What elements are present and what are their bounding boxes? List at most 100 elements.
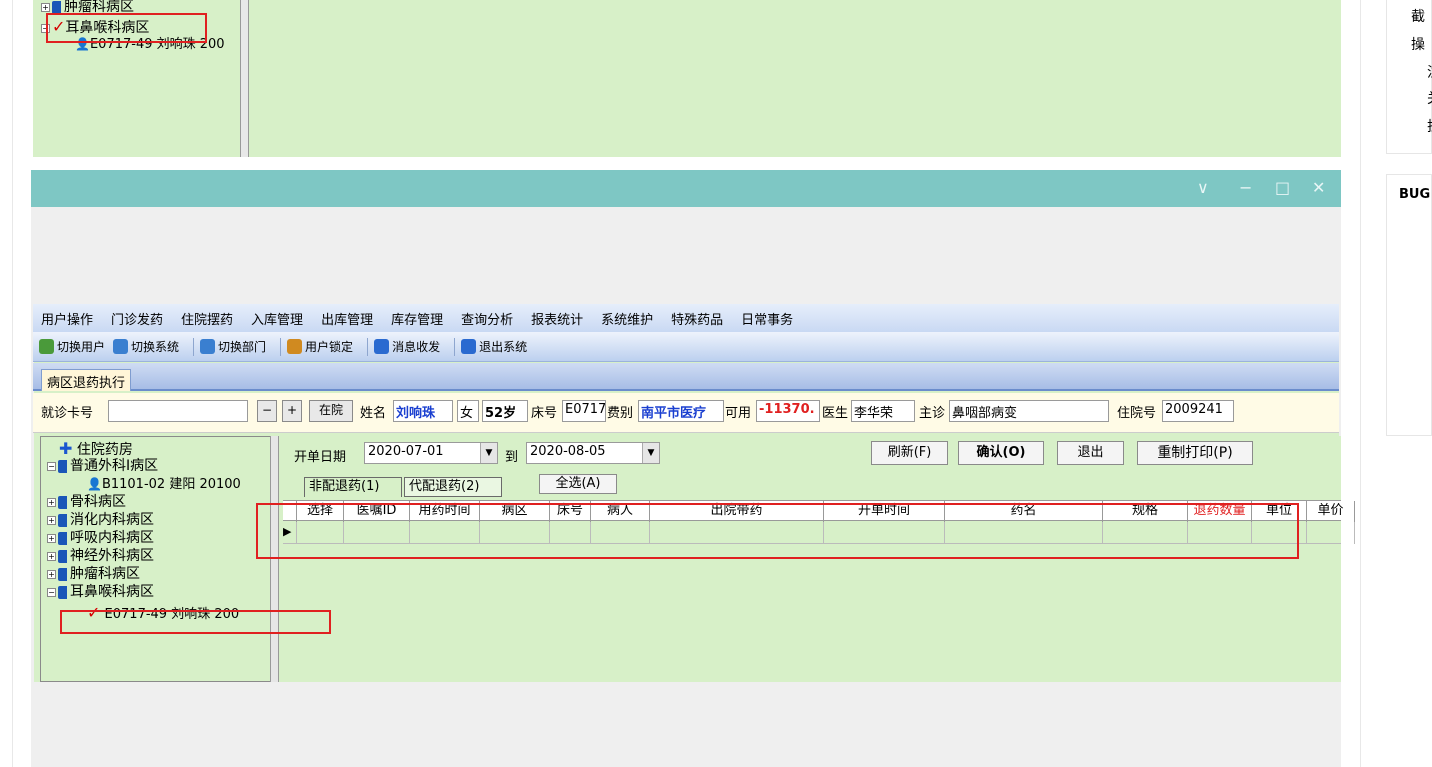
subtab-non-dispense[interactable]: 非配退药(1) xyxy=(304,477,402,497)
menu-item[interactable]: 特殊药品 xyxy=(671,309,723,328)
menu-item[interactable]: 查询分析 xyxy=(461,309,513,328)
diag-label: 主诊 xyxy=(919,406,946,421)
top-screenshot: + 肿瘤科病区 − ✓耳鼻喉科病区 👤E0717-49 刘响珠 200 xyxy=(33,0,1341,157)
table-cell[interactable] xyxy=(1307,522,1355,544)
toolbar-label: 用户锁定 xyxy=(305,340,354,354)
bed-field: E0717 xyxy=(562,400,606,422)
fee-label: 费别 xyxy=(607,406,634,421)
tree-item-label: 普通外科Ⅰ病区 xyxy=(70,458,159,474)
tree-item-label: 肿瘤科病区 xyxy=(70,566,140,582)
chevron-down-icon[interactable]: ▼ xyxy=(480,443,497,463)
refresh-button[interactable]: 刷新(F) xyxy=(871,441,948,465)
tree-item[interactable]: − 耳鼻喉科病区 xyxy=(47,585,154,600)
patient-info-bar: 就诊卡号 − + 在院 姓名 刘响珠 女 52岁 床号 E0717 费别 南平市… xyxy=(33,393,1339,433)
annotation-box-patient xyxy=(60,610,331,634)
toolbar-button[interactable]: 切换部门 xyxy=(200,338,266,355)
minus-button[interactable]: − xyxy=(257,400,277,422)
inpatient-field: 2009241 xyxy=(1162,400,1234,422)
annotation-box-top xyxy=(46,13,207,43)
expand-icon[interactable]: + xyxy=(47,497,56,507)
date-to-select[interactable]: 2020-08-05 ▼ xyxy=(526,442,660,464)
toolbar-button[interactable]: 切换系统 xyxy=(113,338,179,355)
menu-item[interactable]: 库存管理 xyxy=(391,309,443,328)
minimize-icon[interactable]: − xyxy=(1239,178,1252,197)
close-icon[interactable]: ✕ xyxy=(1312,178,1325,197)
patient-icon: 👤 xyxy=(87,477,102,491)
info-icon xyxy=(374,339,390,354)
tree-item[interactable]: + 神经外科病区 xyxy=(47,549,154,564)
menu-item[interactable]: 用户操作 xyxy=(41,309,93,328)
date-from-select[interactable]: 2020-07-01 ▼ xyxy=(364,442,498,464)
tree-splitter[interactable] xyxy=(270,436,279,682)
switch-dept-icon xyxy=(200,339,216,354)
reprint-button[interactable]: 重制打印(P) xyxy=(1137,441,1253,465)
app-window: ∨ − □ ✕ 用户操作 门诊发药 住院摆药 入库管理 出库管理 库存管理 查询分析 报表统计… xyxy=(31,170,1355,767)
toolbar-label: 消息收发 xyxy=(392,340,441,354)
expand-icon[interactable]: + xyxy=(47,569,56,579)
doctor-field: 李华荣 xyxy=(851,400,915,422)
side-text: 注 xyxy=(1427,62,1432,82)
folder-icon xyxy=(58,459,67,473)
tree-item-label: B1101-02 建阳 20100 xyxy=(101,477,241,492)
tree-item[interactable]: + 骨科病区 xyxy=(47,495,126,510)
folder-icon xyxy=(58,513,67,527)
side-panel-top: 截 操 注 关 挂 xyxy=(1386,0,1432,154)
expand-icon[interactable]: + xyxy=(47,551,56,561)
toolbar-button[interactable]: 切换用户 xyxy=(39,338,105,355)
ward-tree: ✚ 住院药房 − 普通外科Ⅰ病区 👤B1101-02 建阳 20100 + 骨科病区 + 消化… xyxy=(40,436,273,682)
collapse-icon[interactable]: − xyxy=(47,587,56,597)
fee-field: 南平市医疗 xyxy=(638,400,724,422)
toolbar-separator xyxy=(280,337,282,356)
menu-item[interactable]: 门诊发药 xyxy=(111,309,163,328)
status-button[interactable]: 在院 xyxy=(309,400,353,422)
users-icon xyxy=(39,339,54,354)
toolbar-label: 切换用户 xyxy=(57,340,106,354)
maximize-icon[interactable]: □ xyxy=(1275,178,1290,197)
expand-icon[interactable]: + xyxy=(47,533,56,543)
top-splitter[interactable] xyxy=(240,0,249,157)
menu-item[interactable]: 系统维护 xyxy=(601,309,653,328)
tree-item[interactable]: + 消化内科病区 xyxy=(47,513,154,528)
tree-item[interactable]: + 肿瘤科病区 xyxy=(47,567,140,582)
menu-item[interactable]: 住院摆药 xyxy=(181,309,233,328)
title-bar[interactable]: ∨ − □ ✕ xyxy=(31,170,1341,207)
tab-ward-return[interactable]: 病区退药执行 xyxy=(41,369,132,391)
tree-item[interactable]: + 呼吸内科病区 xyxy=(47,531,154,546)
menu-item[interactable]: 出库管理 xyxy=(321,309,373,328)
age-field: 52岁 xyxy=(482,400,528,422)
expand-icon[interactable]: + xyxy=(47,515,56,525)
chevron-down-icon[interactable]: ∨ xyxy=(1197,178,1209,197)
tree-item[interactable]: − 普通外科Ⅰ病区 xyxy=(47,459,158,474)
toolbar-button[interactable]: 退出系统 xyxy=(461,338,527,355)
select-all-button[interactable]: 全选(A) xyxy=(539,474,617,494)
bug-heading: BUG xyxy=(1399,187,1431,202)
tree-item[interactable]: ✚ 住院药房 xyxy=(59,441,133,458)
toolbar: 切换用户 切换系统 切换部门 用户锁定 消息收发 退出系统 xyxy=(33,332,1339,362)
card-number-input[interactable] xyxy=(108,400,248,422)
toolbar-separator xyxy=(193,337,195,356)
folder-icon xyxy=(58,531,67,545)
bed-label: 床号 xyxy=(531,406,558,421)
menu-item[interactable]: 入库管理 xyxy=(251,309,303,328)
subtab-dispense[interactable]: 代配退药(2) xyxy=(404,477,502,497)
menu-item[interactable]: 报表统计 xyxy=(531,309,583,328)
tree-item[interactable]: 👤B1101-02 建阳 20100 xyxy=(87,477,241,492)
tree-item-label: 神经外科病区 xyxy=(70,548,154,564)
tree-item-label: 住院药房 xyxy=(76,442,133,458)
folder-icon xyxy=(58,585,67,599)
doctor-label: 医生 xyxy=(822,406,849,421)
date-label: 开单日期 xyxy=(294,450,347,465)
expand-icon[interactable]: + xyxy=(41,2,50,12)
folder-icon xyxy=(58,495,67,509)
menu-item[interactable]: 日常事务 xyxy=(741,309,793,328)
tab-strip: 病区退药执行 xyxy=(33,363,1339,391)
column-header[interactable]: 单价 xyxy=(1307,501,1355,522)
chevron-down-icon[interactable]: ▼ xyxy=(642,443,659,463)
avail-label: 可用 xyxy=(725,406,752,421)
collapse-icon[interactable]: − xyxy=(47,461,56,471)
exit-button[interactable]: 退出 xyxy=(1057,441,1124,465)
toolbar-button[interactable]: 用户锁定 xyxy=(287,338,353,355)
plus-button[interactable]: + xyxy=(282,400,302,422)
toolbar-button[interactable]: 消息收发 xyxy=(374,338,440,355)
confirm-button[interactable]: 确认(O) xyxy=(958,441,1044,465)
